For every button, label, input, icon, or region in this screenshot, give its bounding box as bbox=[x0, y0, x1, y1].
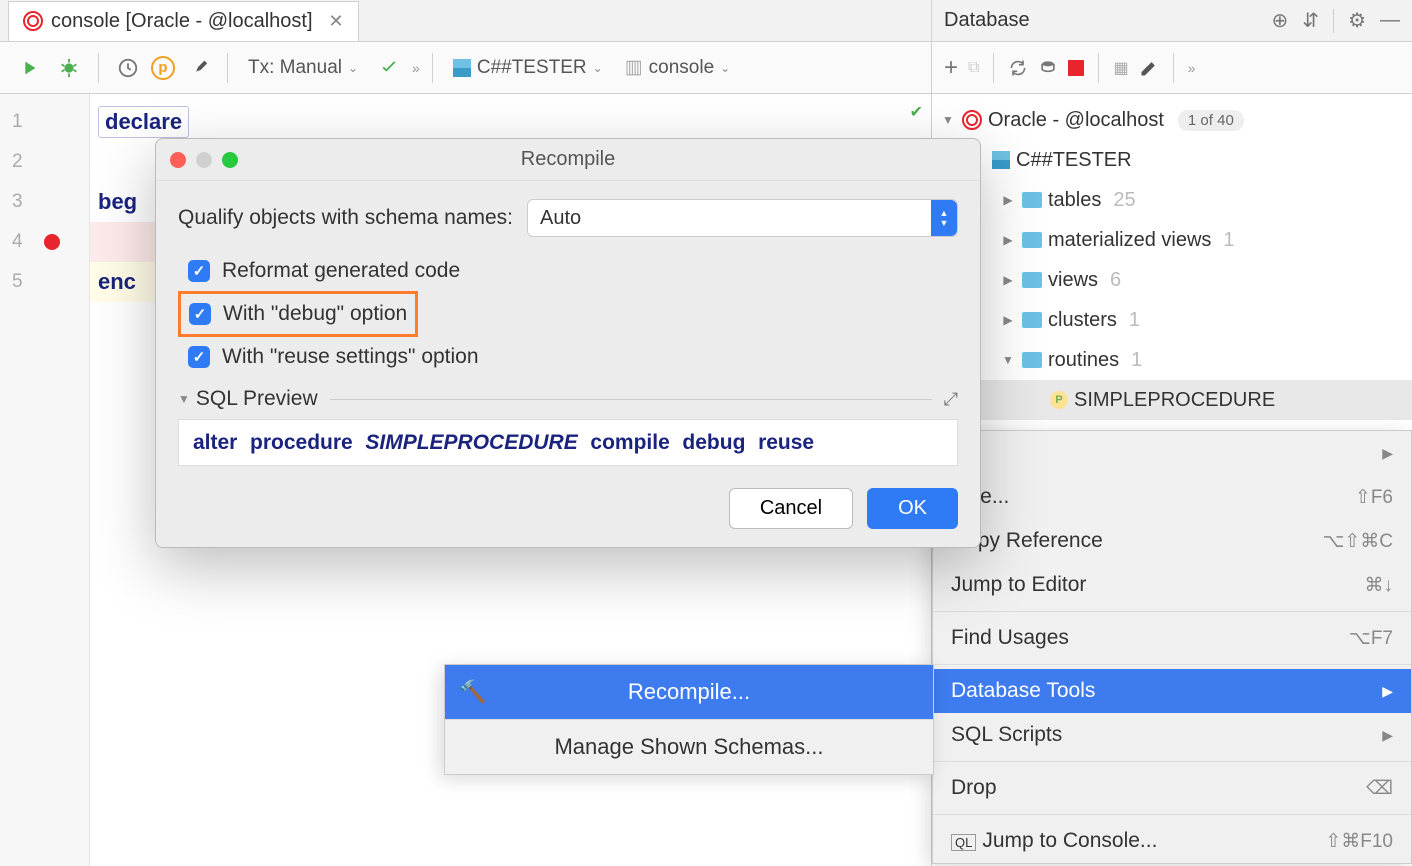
window-zoom-icon[interactable] bbox=[222, 152, 238, 168]
console-dropdown[interactable]: ▥console⌄ bbox=[617, 52, 739, 83]
expand-icon[interactable]: ⤢ bbox=[944, 389, 958, 410]
add-button[interactable]: + bbox=[944, 54, 958, 82]
tree-procedure-selected[interactable]: P SIMPLEPROCEDURE bbox=[932, 380, 1412, 420]
folder-icon bbox=[1022, 272, 1042, 288]
cm-copy-reference[interactable]: Copy Reference⌥⇧⌘C bbox=[933, 519, 1411, 563]
minimize-icon[interactable]: — bbox=[1380, 9, 1400, 32]
procedure-icon: P bbox=[1050, 391, 1068, 409]
cm-find-usages[interactable]: Find Usages⌥F7 bbox=[933, 616, 1411, 660]
cm-rename[interactable]: ame...⇧F6 bbox=[933, 475, 1411, 519]
wrench-button[interactable] bbox=[181, 53, 215, 83]
schema-icon bbox=[992, 151, 1010, 169]
window-controls[interactable] bbox=[170, 152, 238, 168]
debug-button[interactable] bbox=[52, 53, 86, 83]
refresh-button[interactable] bbox=[1008, 58, 1028, 78]
ok-button[interactable]: OK bbox=[867, 488, 958, 529]
hammer-icon: 🔨 bbox=[459, 679, 486, 705]
breakpoint-icon[interactable] bbox=[44, 234, 60, 250]
tx-mode-dropdown[interactable]: Tx: Manual⌄ bbox=[240, 53, 366, 83]
table-button[interactable]: ▦ bbox=[1113, 58, 1128, 78]
tree-clusters[interactable]: clusters1 bbox=[932, 300, 1412, 340]
line-gutter: 1 2 3 4 5 bbox=[0, 94, 90, 866]
more-icon[interactable]: » bbox=[412, 60, 420, 76]
commit-button[interactable] bbox=[372, 53, 406, 83]
sync-button[interactable] bbox=[1038, 58, 1058, 78]
collapse-icon[interactable]: ⇵ bbox=[1302, 8, 1319, 33]
checkbox-checked-icon[interactable]: ✓ bbox=[188, 346, 210, 368]
folder-icon bbox=[1022, 352, 1042, 368]
tree-routines[interactable]: routines1 bbox=[932, 340, 1412, 380]
checkbox-checked-icon[interactable]: ✓ bbox=[188, 260, 210, 282]
stop-button[interactable] bbox=[1068, 60, 1084, 76]
tree-datasource[interactable]: Oracle - @localhost 1 of 40 bbox=[932, 100, 1412, 140]
sql-preview: alter procedure SIMPLEPROCEDURE compile … bbox=[178, 419, 958, 466]
tab-title: console [Oracle - @localhost] bbox=[51, 10, 313, 33]
checkbox-checked-icon[interactable]: ✓ bbox=[189, 303, 211, 325]
cancel-button[interactable]: Cancel bbox=[729, 488, 853, 529]
editor-toolbar: p Tx: Manual⌄ » C##TESTER⌄ ▥console⌄ bbox=[0, 42, 931, 94]
schema-dropdown[interactable]: C##TESTER⌄ bbox=[445, 53, 611, 83]
cm-jump-console[interactable]: QLJump to Console...⇧⌘F10 bbox=[933, 819, 1411, 863]
editor-tab-bar: console [Oracle - @localhost] ✕ bbox=[0, 0, 931, 42]
schema-icon bbox=[453, 59, 471, 77]
history-button[interactable] bbox=[111, 53, 145, 83]
recompile-dialog: Recompile Qualify objects with schema na… bbox=[155, 138, 981, 548]
cm-jump-editor[interactable]: Jump to Editor⌘↓ bbox=[933, 563, 1411, 607]
close-tab-icon[interactable]: ✕ bbox=[329, 11, 344, 32]
inspection-ok-icon[interactable]: ✔ bbox=[910, 102, 923, 122]
edit-button[interactable] bbox=[1139, 58, 1159, 78]
folder-icon bbox=[1022, 192, 1042, 208]
database-tools-submenu: 🔨 Recompile... Manage Shown Schemas... bbox=[444, 664, 934, 775]
copy-button[interactable]: ⧉ bbox=[968, 59, 979, 77]
tree-schema[interactable]: C##TESTER bbox=[932, 140, 1412, 180]
gear-icon[interactable]: ⚙ bbox=[1348, 8, 1366, 33]
dialog-title: Recompile bbox=[156, 148, 980, 171]
database-panel-header: Database ⊕ ⇵ ⚙ — bbox=[932, 0, 1412, 42]
reuse-checkbox-row[interactable]: ✓ With "reuse settings" option bbox=[178, 337, 958, 377]
tree-tables[interactable]: tables25 bbox=[932, 180, 1412, 220]
context-menu: w▶ ame...⇧F6 Copy Reference⌥⇧⌘C Jump to … bbox=[932, 430, 1412, 864]
select-spinner-icon[interactable]: ▲▼ bbox=[931, 200, 957, 236]
qualify-select[interactable]: Auto ▲▼ bbox=[527, 199, 958, 237]
editor-tab[interactable]: console [Oracle - @localhost] ✕ bbox=[8, 1, 359, 41]
cm-drop[interactable]: Drop⌫ bbox=[933, 766, 1411, 810]
window-minimize-icon[interactable] bbox=[196, 152, 212, 168]
tree-matviews[interactable]: materialized views1 bbox=[932, 220, 1412, 260]
cm-sql-scripts[interactable]: SQL Scripts▶ bbox=[933, 713, 1411, 757]
folder-icon bbox=[1022, 232, 1042, 248]
sql-preview-label: SQL Preview bbox=[196, 387, 318, 411]
debug-option-highlight: ✓ With "debug" option bbox=[178, 291, 418, 337]
database-panel-title: Database bbox=[944, 9, 1030, 32]
run-button[interactable] bbox=[12, 53, 46, 83]
tree-views[interactable]: views6 bbox=[932, 260, 1412, 300]
sm-recompile[interactable]: 🔨 Recompile... bbox=[445, 665, 933, 719]
oracle-icon bbox=[23, 11, 43, 31]
count-badge: 1 of 40 bbox=[1178, 110, 1244, 131]
cm-new[interactable]: w▶ bbox=[933, 431, 1411, 475]
oracle-icon bbox=[962, 110, 982, 130]
sm-manage-schemas[interactable]: Manage Shown Schemas... bbox=[445, 720, 933, 774]
target-icon[interactable]: ⊕ bbox=[1272, 8, 1289, 33]
cm-database-tools[interactable]: Database Tools▶ bbox=[933, 669, 1411, 713]
qualify-label: Qualify objects with schema names: bbox=[178, 206, 513, 230]
dialog-titlebar[interactable]: Recompile bbox=[156, 139, 980, 181]
debug-checkbox-row[interactable]: ✓ With "debug" option bbox=[189, 298, 407, 330]
folder-icon bbox=[1022, 312, 1042, 328]
p-button[interactable]: p bbox=[151, 56, 175, 80]
database-toolbar: + ⧉ ▦ » bbox=[932, 42, 1412, 94]
window-close-icon[interactable] bbox=[170, 152, 186, 168]
reformat-checkbox-row[interactable]: ✓ Reformat generated code bbox=[178, 251, 958, 291]
more-db-icon[interactable]: » bbox=[1188, 60, 1196, 76]
collapse-arrow-icon[interactable]: ▼ bbox=[178, 392, 190, 406]
